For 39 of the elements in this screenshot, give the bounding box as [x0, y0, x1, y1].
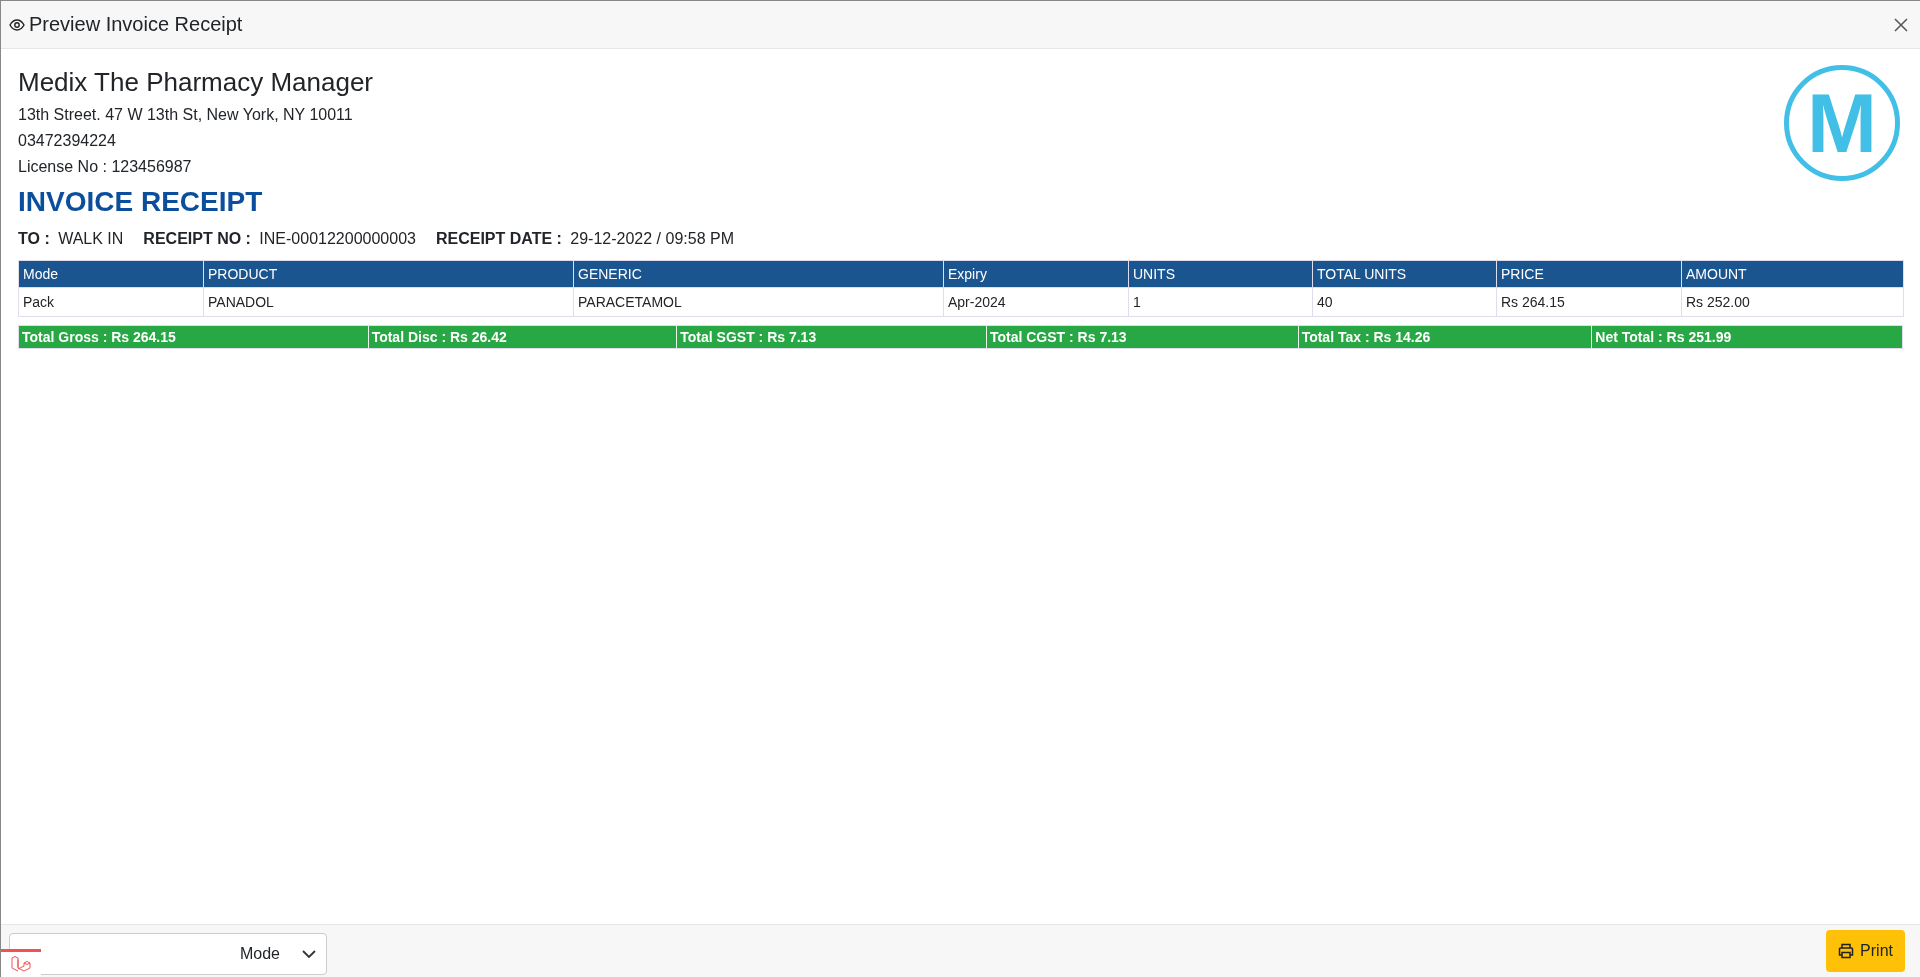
table-cell: PARACETAMOL [573, 287, 944, 317]
table-cell: 1 [1128, 287, 1313, 317]
license-number: License No : 123456987 [18, 158, 193, 176]
total-value: Total Tax : Rs 14.26 [1298, 326, 1593, 348]
close-icon [1894, 17, 1908, 32]
total-value: Total Disc : Rs 26.42 [368, 326, 678, 348]
column-header: Mode [18, 260, 204, 288]
company-phone: 03472394224 [18, 132, 117, 150]
company-name: Medix The Pharmacy Manager [18, 67, 373, 98]
column-header: TOTAL UNITS [1312, 260, 1497, 288]
total-value: Net Total : Rs 251.99 [1594, 328, 1733, 347]
table-cell: 40 [1312, 287, 1497, 317]
column-header: GENERIC [573, 260, 944, 288]
column-header: Expiry [943, 260, 1129, 288]
table-cell: PANADOL [203, 287, 574, 317]
debug-toolbar-tab[interactable] [1, 949, 41, 977]
table-cell: Rs 252.00 [1681, 287, 1904, 317]
table-cell: Rs 264.15 [1496, 287, 1682, 317]
printer-icon [1838, 943, 1855, 959]
chevron-down-icon [302, 949, 316, 959]
total-value: Total CGST : Rs 7.13 [986, 326, 1299, 348]
mode-select[interactable]: Mode [9, 933, 327, 975]
invoice-heading: INVOICE RECEIPT [18, 186, 264, 218]
column-header: UNITS [1128, 260, 1313, 288]
table-cell: Pack [18, 287, 204, 317]
column-header: AMOUNT [1681, 260, 1904, 288]
print-button[interactable]: Print [1826, 930, 1905, 972]
eye-icon [9, 18, 25, 31]
receipt-detail: RECEIPT DATE : 29-12-2022 / 09:58 PM [435, 230, 734, 248]
column-header: PRICE [1496, 260, 1682, 288]
receipt-detail: RECEIPT NO : INE-00012200000003 [143, 230, 416, 248]
total-value: Total Gross : Rs 264.15 [19, 326, 369, 348]
receipt-detail: TO : WALK IN [18, 230, 124, 248]
window-title: Preview Invoice Receipt [29, 13, 244, 36]
column-header: PRODUCT [203, 260, 574, 288]
table-cell: Apr-2024 [943, 287, 1129, 317]
total-value: Total SGST : Rs 7.13 [677, 326, 987, 348]
company-logo: M [1784, 65, 1900, 181]
company-address: 13th Street. 47 W 13th St, New York, NY 10011 [18, 106, 354, 124]
